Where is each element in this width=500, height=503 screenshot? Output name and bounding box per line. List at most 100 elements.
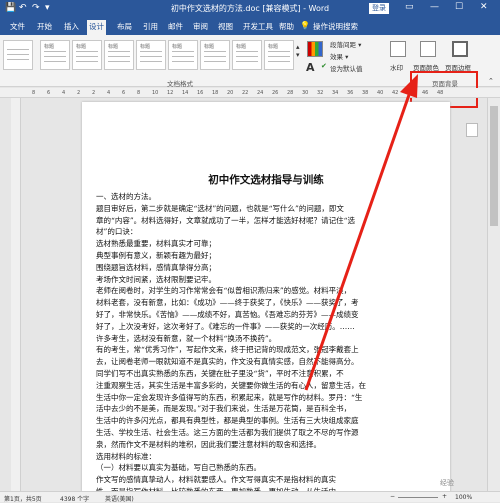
tab-references[interactable]: 引用 (141, 21, 160, 34)
ruler-mark: 30 (302, 90, 309, 96)
ruler-mark: 22 (242, 90, 249, 96)
document-line: 好了，非常快乐。《苦恼》——成绩不好，真苦恼。《吾难忘的芬芳》——成绩变 (96, 310, 359, 319)
ruler-mark: 28 (287, 90, 294, 96)
ruler-mark: 6 (47, 90, 51, 96)
document-line: 围绕题旨选材料，感情真挚得分高； (96, 262, 216, 272)
style-set-item[interactable]: 标题 (72, 40, 102, 70)
ruler-mark: 20 (227, 90, 234, 96)
ruler-mark: 42 (392, 90, 399, 96)
ruler-mark: 4 (62, 90, 66, 96)
vertical-scrollbar[interactable] (487, 98, 500, 491)
document-line: 生活中你一定会发现许多值得写的东西，积累起来，就是写作的材料。罗丹：“生 (96, 392, 363, 402)
ruler-mark: 14 (182, 90, 189, 96)
page-border-icon[interactable] (452, 41, 468, 57)
style-set-item[interactable]: 标题 (168, 40, 198, 70)
scroll-thumb[interactable] (490, 106, 498, 226)
document-line: 选材熟悉最重要，材料真实才可靠； (96, 239, 216, 249)
document-title: 初中作文选材指导与训练 (208, 174, 324, 186)
tab-home[interactable]: 开始 (35, 21, 54, 34)
document-line: 许多考生，选材没有新意，就一个材料“换汤不换药”。 (96, 333, 277, 343)
ribbon-display-icon[interactable]: ▭ (405, 2, 414, 12)
style-set-item[interactable]: 标题 (200, 40, 230, 70)
collapse-ribbon-icon[interactable]: ⌃ (488, 77, 494, 85)
document-line: （一）材料要以真实为基础，写自己熟悉的东西。 (96, 463, 261, 473)
ruler-mark: 26 (272, 90, 279, 96)
zoom-level[interactable]: 100% (455, 494, 472, 501)
document-line: 典型事例有意义，新颖有趣为最好； (96, 251, 216, 260)
document-line: 生活中的许多闪光点，都具有典型性，都是典型的事例。生活有三大块组成家庭 (96, 416, 359, 426)
bookmark-icon[interactable] (466, 123, 478, 137)
ruler-mark: 48 (437, 90, 444, 96)
ruler-mark: 32 (317, 90, 324, 96)
document-line: 同学们写不出真实熟悉的东西，关键在肚子里没“货”，平时不注意积累，不 (96, 369, 344, 378)
style-set-item[interactable]: 标题 (264, 40, 294, 70)
gallery-scroll-icon[interactable]: ▴ ▾ (296, 43, 300, 59)
maximize-button[interactable]: ☐ (455, 2, 463, 12)
style-set-item[interactable]: 标题 (136, 40, 166, 70)
colors-icon[interactable] (307, 41, 323, 57)
title-bar: 💾 ↶ ↷ ▾ 初中作文选材的方法.doc [兼容模式] - Word 登录 ▭… (0, 0, 500, 18)
zoom-in-button[interactable]: + (442, 493, 447, 500)
document-line: 生活、学校生活、社会生活。这三方面的生活都为我们提供了取之不尽的写作源 (96, 428, 359, 437)
page-color-icon[interactable] (420, 41, 436, 57)
horizontal-ruler[interactable]: 8 6 4 2 2 4 6 8 10 12 14 16 18 20 22 24 26 28 30 32 34 36 38 40… (0, 88, 500, 98)
document-line: 材”的口诀： (96, 227, 138, 237)
document-line: 材料老套，没有新意，比如：《成功》——终于获奖了，《快乐》——获奖了，考 (96, 298, 359, 308)
paragraph-spacing-dropdown[interactable]: 段落间距 ▾ (330, 39, 361, 49)
close-button[interactable]: ✕ (480, 2, 488, 12)
watermark-icon[interactable] (390, 41, 406, 57)
ribbon-design: 标题 标题 标题 标题 标题 标题 标题 标题 ▴ ▾ 文档格式 A 段落间距 ▾… (0, 35, 500, 108)
document-line: 注重观察生活，其实生活是丰富多彩的，关键要你做生活的有心人，留意生活，在 (96, 380, 366, 390)
document-line: 老师在阅卷时，对学生的习作常常会有“似曾相识燕归来”的感觉。材料平淡， (96, 286, 352, 296)
style-set-item[interactable]: 标题 (104, 40, 134, 70)
fonts-icon[interactable]: A (306, 61, 315, 74)
document-line: 作文写的感情真挚动人，材料就要感人。作文写得真实不是指材料的真实 (96, 475, 336, 485)
tab-review[interactable]: 审阅 (191, 21, 210, 34)
ruler-mark: 40 (377, 90, 384, 96)
style-set-item[interactable]: 标题 (232, 40, 262, 70)
lightbulb-icon: 💡 (300, 21, 310, 30)
ruler-mark: 10 (152, 90, 159, 96)
tell-me-search[interactable]: 操作说明搜索 (311, 21, 360, 34)
ribbon-tabs: 文件 开始 插入 设计 布局 引用 邮件 审阅 视图 开发工具 帮助 💡 操作说… (0, 18, 500, 35)
document-line: 去，让阅卷老师一眼就知道不是真实的，作文没有真情实感，自然不能得高分。 (96, 357, 359, 367)
document-line: 好了，上次没考好，这次考好了。《难忘的一件事》——获奖的一次经历。…… (96, 321, 355, 331)
style-set-item[interactable]: 标题 (40, 40, 70, 70)
minimize-button[interactable]: — (430, 2, 439, 12)
document-line: 考场作文时间紧，选材限制要记牢。 (96, 274, 216, 284)
ruler-mark: 2 (77, 90, 81, 96)
page-background-group-label: 页面背景 (432, 80, 458, 88)
theme-gallery-item[interactable] (3, 40, 33, 70)
watermark-text: 经验 (440, 479, 454, 487)
status-bar: 第1页，共5页 4398 个字 英语(美国) − + 100% (0, 491, 500, 503)
tab-layout[interactable]: 布局 (115, 21, 134, 34)
ruler-mark: 8 (32, 90, 36, 96)
effects-dropdown[interactable]: 效果 ▾ (330, 51, 348, 61)
ruler-mark: 12 (167, 90, 174, 96)
document-line: 泉，然而作文不是材料的堆积，因此我们要注意材料的取舍和选择。 (96, 439, 321, 449)
watermark-button[interactable]: 水印 (390, 62, 403, 72)
document-page[interactable]: 初中作文选材指导与训练 一、选材的方法。 题目审好后，第二步就是确定“选材”的问… (82, 102, 450, 496)
tab-help[interactable]: 帮助 (277, 21, 296, 34)
zoom-slider[interactable] (398, 497, 438, 498)
document-line: 活中去少的不是美，而是发现。”对于我们来说，生活是万花筒，是百科全书， (96, 404, 352, 414)
tab-developer[interactable]: 开发工具 (241, 21, 275, 34)
tab-insert[interactable]: 插入 (62, 21, 81, 34)
login-button[interactable]: 登录 (369, 3, 389, 14)
document-line: 有的考生，常“优秀习作”，写起作文来，终于把记背的现成范文，张冠李戴套上 (96, 345, 359, 355)
document-line: 选用材料的标准： (96, 451, 156, 461)
ruler-mark: 24 (257, 90, 264, 96)
ruler-mark: 2 (92, 90, 96, 96)
zoom-out-button[interactable]: − (390, 493, 395, 500)
ruler-mark: 16 (197, 90, 204, 96)
tab-mailings[interactable]: 邮件 (166, 21, 185, 34)
tab-file[interactable]: 文件 (8, 21, 27, 34)
document-format-group-label: 文档格式 (167, 80, 193, 88)
document-line: 一、选材的方法。 (96, 192, 156, 201)
check-icon: ✔ (321, 62, 327, 70)
window-title: 初中作文选材的方法.doc [兼容模式] - Word (170, 4, 330, 13)
ruler-mark: 8 (137, 90, 141, 96)
set-as-default-button[interactable]: 设为默认值 (330, 63, 363, 73)
tab-design[interactable]: 设计 (87, 20, 106, 35)
tab-view[interactable]: 视图 (216, 21, 235, 34)
